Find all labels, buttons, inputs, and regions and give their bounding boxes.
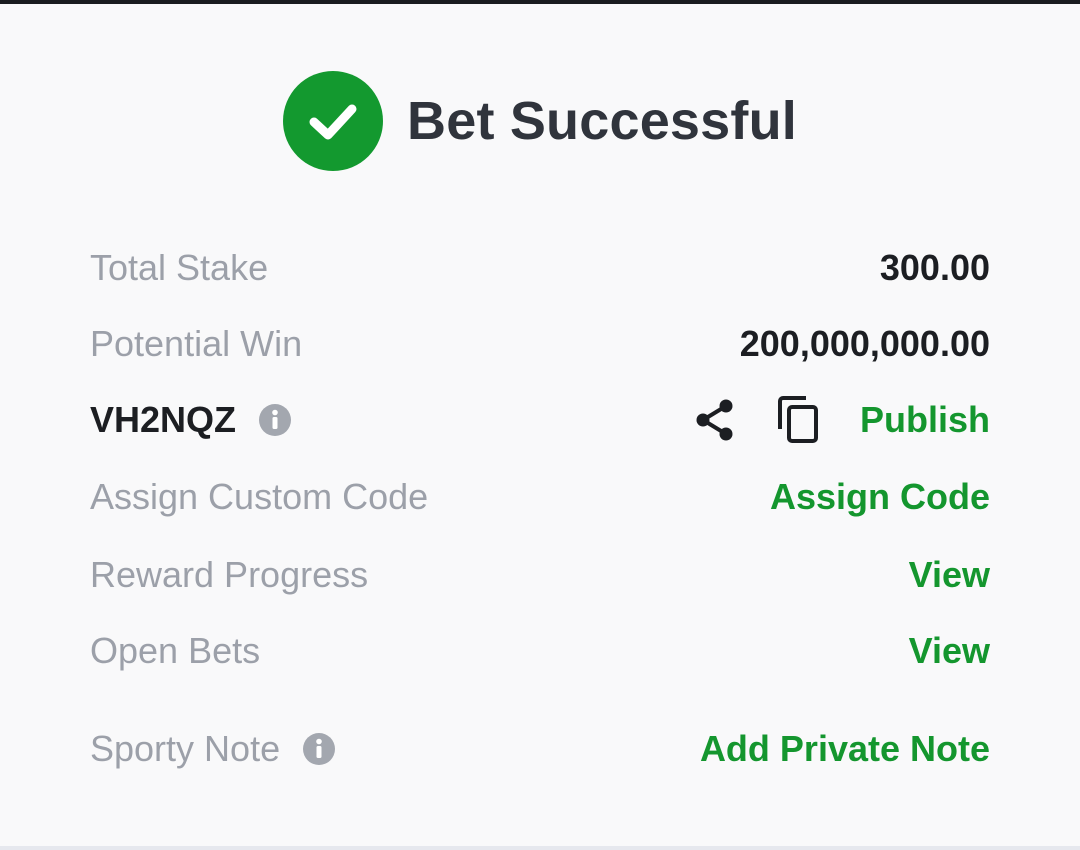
open-bets-view-link[interactable]: View xyxy=(909,630,990,672)
reward-progress-view-link[interactable]: View xyxy=(909,554,990,596)
sporty-note-label: Sporty Note xyxy=(90,728,336,770)
info-icon[interactable] xyxy=(258,403,292,437)
total-stake-label: Total Stake xyxy=(90,247,269,288)
assign-code-button[interactable]: Assign Code xyxy=(770,476,990,518)
share-icon[interactable] xyxy=(692,397,738,443)
publish-button[interactable]: Publish xyxy=(860,399,990,441)
total-stake-row: Total Stake 300.00 xyxy=(90,238,990,298)
success-check-icon xyxy=(283,71,384,171)
booking-code-row: VH2NQZ Publish xyxy=(90,390,990,450)
add-private-note-button[interactable]: Add Private Note xyxy=(700,728,990,770)
reward-progress-row: Reward Progress View xyxy=(90,545,990,605)
open-bets-row: Open Bets View xyxy=(90,621,990,681)
bet-success-header: Bet Successful xyxy=(0,70,1080,172)
booking-code-actions: Publish xyxy=(692,395,990,445)
total-stake-value: 300.00 xyxy=(879,247,990,288)
booking-code-value: VH2NQZ xyxy=(90,399,237,440)
top-edge-strip xyxy=(0,0,1080,4)
open-bets-label: Open Bets xyxy=(90,630,261,671)
potential-win-row: Potential Win 200,000,000.00 xyxy=(90,314,990,374)
reward-progress-label: Reward Progress xyxy=(90,554,369,595)
sporty-note-info-icon[interactable] xyxy=(302,732,336,766)
copy-icon[interactable] xyxy=(776,395,822,445)
booking-code-label: VH2NQZ xyxy=(90,399,292,441)
potential-win-value: 200,000,000.00 xyxy=(739,323,990,364)
bottom-divider xyxy=(0,846,1080,850)
sporty-note-row: Sporty Note Add Private Note xyxy=(90,719,990,779)
potential-win-label: Potential Win xyxy=(90,323,303,364)
page-title: Bet Successful xyxy=(407,91,797,151)
sporty-note-text: Sporty Note xyxy=(90,728,281,769)
custom-code-label: Assign Custom Code xyxy=(90,476,429,517)
custom-code-row: Assign Custom Code Assign Code xyxy=(90,467,990,527)
